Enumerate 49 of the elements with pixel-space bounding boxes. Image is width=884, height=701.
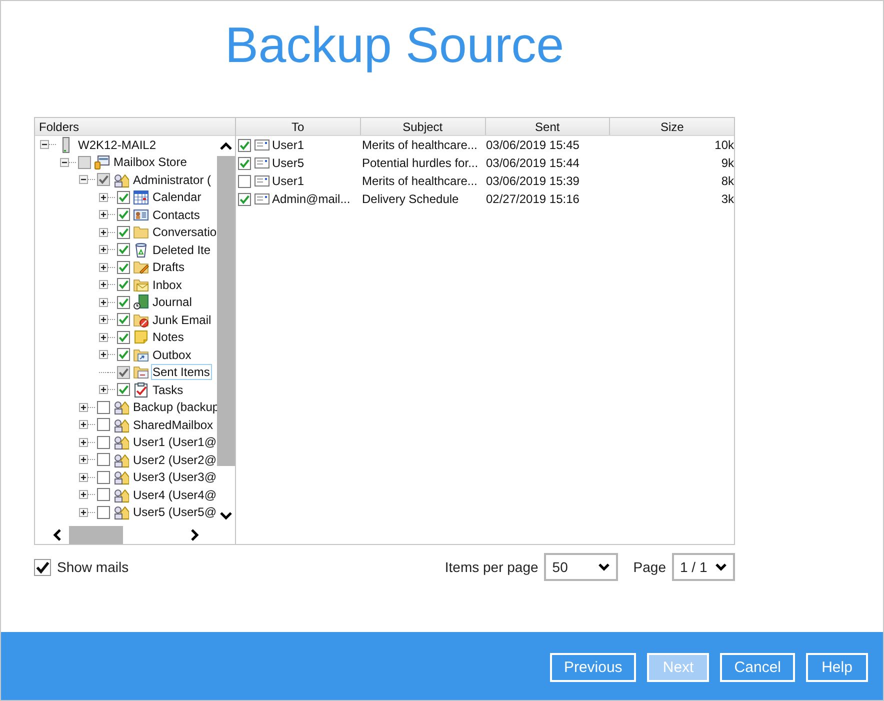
table-cell-text: 02/27/2019 15:16 <box>486 192 580 206</box>
table-cell: User1 <box>272 174 304 188</box>
checkbox-label: Show mails <box>57 559 129 575</box>
page-dropdown[interactable]: 1 / 1 <box>672 553 735 581</box>
table-cell-text: 03/06/2019 15:45 <box>486 138 580 152</box>
column-header: Folders <box>35 118 235 136</box>
tree-item[interactable]: Conversatio <box>150 224 219 240</box>
table-cell: User5 <box>272 156 304 170</box>
page-title: Backup Source <box>225 16 566 75</box>
table-cell-text: 03/06/2019 15:39 <box>486 174 580 188</box>
footer-button: Next <box>647 653 710 682</box>
tree-item[interactable]: Mailbox Store <box>112 154 189 170</box>
table-cell-text: Delivery Schedule <box>362 192 460 206</box>
table-cell-text: Potential hurdles for... <box>362 156 480 170</box>
tree-item[interactable]: Inbox <box>150 276 184 293</box>
tree-item[interactable]: User2 (User2@ <box>131 452 219 468</box>
tree-item[interactable]: User5 (User5@ <box>131 504 219 520</box>
table-cell-text: Merits of healthcare... <box>362 138 478 152</box>
column-header[interactable]: Size <box>610 118 734 135</box>
tree-item[interactable]: Administrator ( <box>131 172 214 188</box>
tree-item[interactable]: User1 (User1@ <box>131 434 219 450</box>
tree-item[interactable]: W2K12-MAIL2 <box>76 136 158 153</box>
tree-item[interactable]: Calendar <box>150 189 204 206</box>
tree-item[interactable]: User3 (User3@ <box>131 469 219 486</box>
table-cell: User1 <box>272 138 304 152</box>
column-header[interactable]: Subject <box>360 118 486 135</box>
items-per-page-label: Items per page <box>444 559 538 575</box>
table-cell: Admin@mail... <box>272 192 350 206</box>
tree-item[interactable]: Notes <box>150 329 186 346</box>
tree-item[interactable]: Deleted Ite <box>150 242 213 258</box>
table-cell-text: 03/06/2019 15:44 <box>486 156 580 170</box>
table-cell-text: 8k <box>720 174 734 188</box>
tree-item[interactable]: Drafts <box>150 259 187 276</box>
tree-item[interactable]: Sent Items <box>150 364 212 380</box>
column-header[interactable]: Sent <box>486 118 610 135</box>
tree-item[interactable]: SharedMailbox <box>131 416 216 433</box>
tree-item[interactable]: Tasks <box>150 382 186 398</box>
tree-item[interactable]: Junk Email <box>150 312 214 328</box>
tree-item[interactable]: Journal <box>150 294 194 310</box>
table-cell-text: 10k <box>714 138 734 152</box>
page-label: Page <box>633 559 666 575</box>
tree-item[interactable]: Contacts <box>150 206 202 223</box>
table-cell-text: 9k <box>720 156 734 170</box>
tree-item[interactable]: User4 (User4@ <box>131 486 219 503</box>
table-cell-text: 3k <box>720 192 734 206</box>
items-per-page-dropdown[interactable]: 50 <box>544 553 618 581</box>
table-cell-text: Merits of healthcare... <box>362 174 478 188</box>
tree-item[interactable]: Outbox <box>150 346 194 363</box>
column-header[interactable]: To <box>236 118 361 135</box>
